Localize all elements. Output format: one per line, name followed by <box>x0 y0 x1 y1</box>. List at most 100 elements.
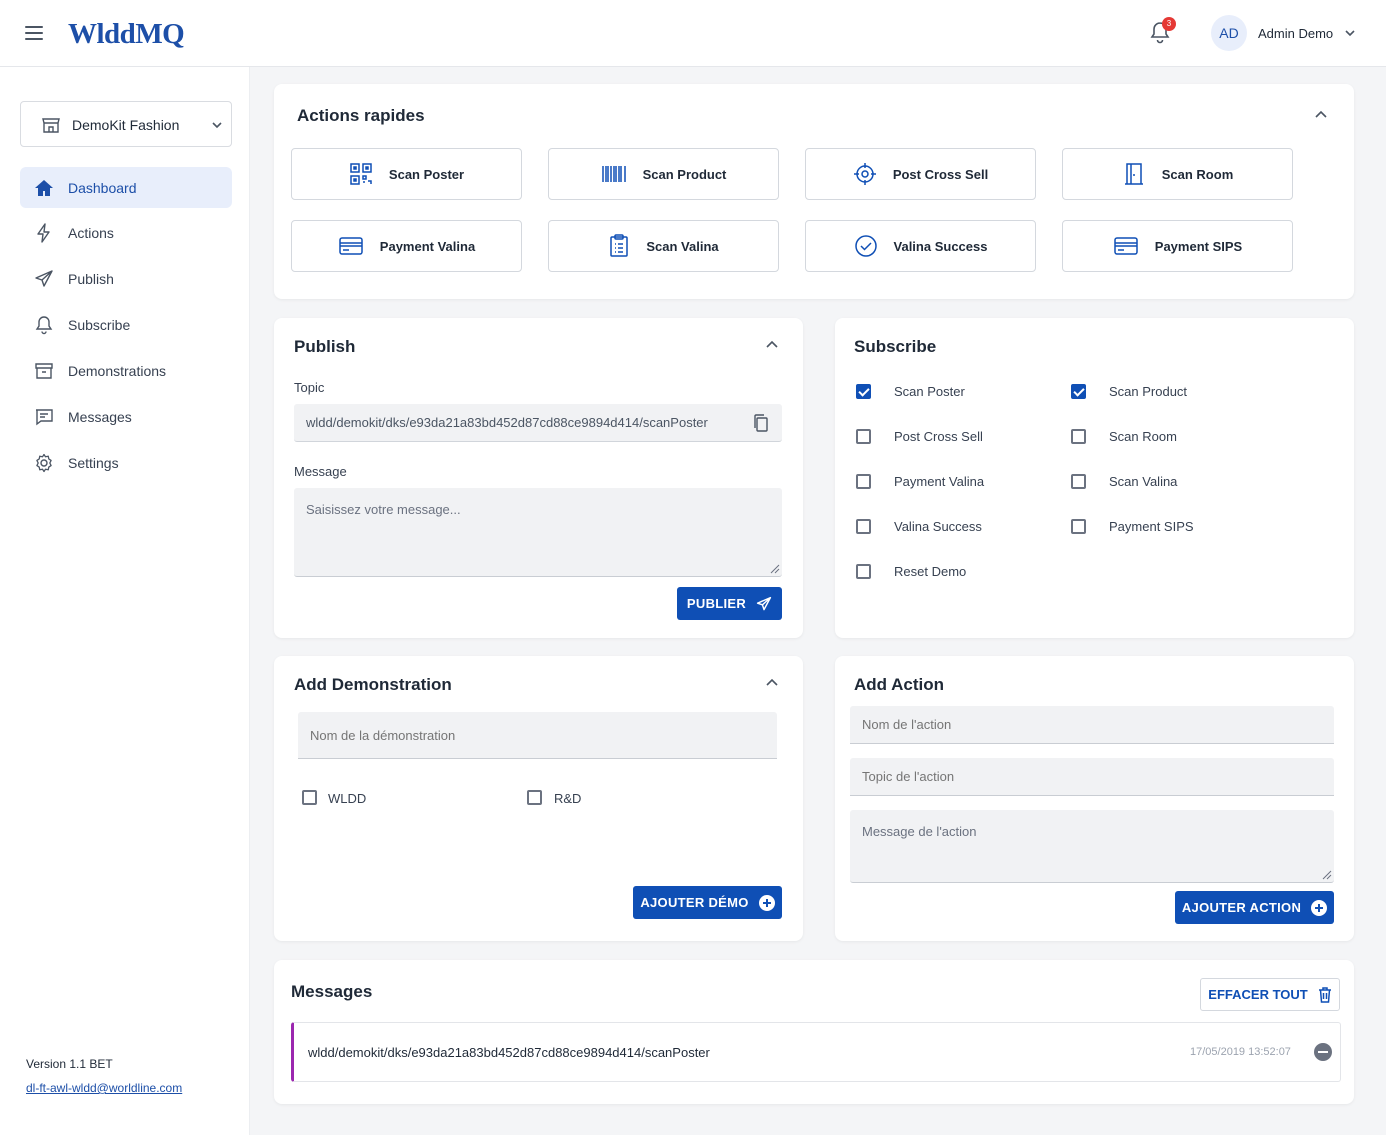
sidebar-item-settings[interactable]: Settings <box>20 442 232 483</box>
store-icon <box>42 118 60 133</box>
sidebar-item-publish[interactable]: Publish <box>20 258 232 299</box>
sidebar-item-demonstrations[interactable]: Demonstrations <box>20 350 232 391</box>
add-demo-button[interactable]: AJOUTER DÉMO <box>633 886 782 919</box>
send-icon <box>35 270 53 287</box>
app-logo[interactable]: WlddMQ <box>68 18 185 51</box>
chevron-up-icon[interactable] <box>765 340 779 350</box>
subscribe-checkbox-reset-demo[interactable] <box>856 564 871 579</box>
chevron-up-icon[interactable] <box>1314 110 1328 120</box>
resize-handle-icon[interactable] <box>1320 868 1332 880</box>
subscribe-checkbox-valina-success[interactable] <box>856 519 871 534</box>
message-textarea[interactable]: Saisissez votre message... <box>294 488 782 577</box>
demo-checkbox-wldd[interactable] <box>302 790 317 805</box>
user-avatar[interactable]: AD <box>1211 15 1247 51</box>
demo-checkbox-rnd[interactable] <box>527 790 542 805</box>
publish-card: Publish Topic wldd/demokit/dks/e93da21a8… <box>274 318 803 638</box>
chat-icon <box>36 409 53 426</box>
publish-button[interactable]: PUBLIER <box>677 587 782 620</box>
chevron-up-icon[interactable] <box>765 678 779 688</box>
bell-icon <box>35 316 53 335</box>
sidebar-item-messages[interactable]: Messages <box>20 396 232 437</box>
add-action-title: Add Action <box>854 675 945 694</box>
action-name-input[interactable] <box>850 706 1334 744</box>
clear-all-button-label: EFFACER TOUT <box>1208 987 1308 1002</box>
quick-action-payment-sips[interactable]: Payment SIPS <box>1062 220 1293 272</box>
subscribe-option-label: Scan Poster <box>894 384 965 399</box>
quick-action-scan-poster[interactable]: Scan Poster <box>291 148 522 200</box>
demo-option-label: WLDD <box>328 791 367 806</box>
quick-action-post-cross-sell[interactable]: Post Cross Sell <box>805 148 1036 200</box>
send-icon <box>756 596 772 610</box>
notification-badge: 3 <box>1162 17 1176 31</box>
sidebar-item-label: Dashboard <box>68 180 137 196</box>
quick-actions-card: Actions rapides Scan Poster Scan Product… <box>274 84 1354 299</box>
demo-option-label: R&D <box>554 791 582 806</box>
subscribe-checkbox-payment-valina[interactable] <box>856 474 871 489</box>
quick-action-label: Scan Poster <box>388 166 465 182</box>
copy-icon[interactable] <box>752 413 770 433</box>
action-topic-input[interactable] <box>850 758 1334 796</box>
barcode-icon <box>601 166 626 182</box>
action-message-textarea[interactable]: Message de l'action <box>850 810 1334 883</box>
add-demonstration-title: Add Demonstration <box>294 675 452 694</box>
message-label: Message <box>294 464 347 479</box>
quick-action-label: Scan Product <box>642 166 727 182</box>
quick-action-valina-success[interactable]: Valina Success <box>805 220 1036 272</box>
subscribe-checkbox-scan-room[interactable] <box>1071 429 1086 444</box>
subscribe-option-label: Scan Room <box>1109 429 1177 444</box>
add-demonstration-card: Add Demonstration WLDD R&D AJOUTER DÉMO <box>274 656 803 941</box>
add-action-button[interactable]: AJOUTER ACTION <box>1175 891 1334 924</box>
quick-action-scan-room[interactable]: Scan Room <box>1062 148 1293 200</box>
topic-field[interactable]: wldd/demokit/dks/e93da21a83bd452d87cd88c… <box>294 404 782 442</box>
archive-icon <box>35 363 53 379</box>
sidebar-item-dashboard[interactable]: Dashboard <box>20 167 232 208</box>
trash-icon <box>1318 986 1331 1003</box>
sidebar: DemoKit Fashion Dashboard Actions Publis… <box>0 67 250 1135</box>
demonstration-name-input[interactable] <box>298 712 777 759</box>
sidebar-item-label: Actions <box>68 225 114 241</box>
menu-icon[interactable] <box>25 26 43 40</box>
quick-actions-title: Actions rapides <box>297 106 425 125</box>
sidebar-item-label: Subscribe <box>68 317 131 333</box>
user-name[interactable]: Admin Demo <box>1258 26 1333 41</box>
subscribe-checkbox-post-cross-sell[interactable] <box>856 429 871 444</box>
message-row[interactable]: wldd/demokit/dks/e93da21a83bd452d87cd88c… <box>291 1022 1341 1082</box>
subscribe-checkbox-scan-valina[interactable] <box>1071 474 1086 489</box>
subscribe-checkbox-scan-poster[interactable] <box>856 384 871 399</box>
subscribe-option-label: Reset Demo <box>894 564 967 579</box>
quick-action-label: Payment Valina <box>379 238 476 254</box>
chevron-down-icon <box>212 122 222 129</box>
clipboard-icon <box>610 234 629 257</box>
quick-action-payment-valina[interactable]: Payment Valina <box>291 220 522 272</box>
subscribe-title: Subscribe <box>854 337 937 356</box>
add-action-card: Add Action Message de l'action AJOUTER A… <box>835 656 1354 941</box>
quick-action-label: Scan Room <box>1161 166 1234 182</box>
sidebar-item-subscribe[interactable]: Subscribe <box>20 304 232 345</box>
plus-circle-icon <box>1311 899 1328 916</box>
store-select[interactable]: DemoKit Fashion <box>20 101 232 147</box>
remove-message-icon[interactable] <box>1314 1043 1332 1061</box>
clear-all-button[interactable]: EFFACER TOUT <box>1200 978 1340 1011</box>
subscribe-checkbox-scan-product[interactable] <box>1071 384 1086 399</box>
quick-action-scan-product[interactable]: Scan Product <box>548 148 779 200</box>
check-circle-icon <box>854 235 877 257</box>
support-email-link[interactable]: dl-ft-awl-wldd@worldline.com <box>26 1081 182 1095</box>
topic-value: wldd/demokit/dks/e93da21a83bd452d87cd88c… <box>306 415 708 430</box>
plus-circle-icon <box>758 894 775 911</box>
resize-handle-icon[interactable] <box>768 562 780 574</box>
door-icon <box>1124 163 1143 185</box>
quick-action-label: Payment SIPS <box>1154 238 1243 254</box>
subscribe-checkbox-payment-sips[interactable] <box>1071 519 1086 534</box>
publish-button-label: PUBLIER <box>686 596 747 611</box>
target-icon <box>853 163 876 185</box>
message-timestamp: 17/05/2019 13:52:07 <box>1190 1046 1291 1058</box>
messages-card: Messages EFFACER TOUT wldd/demokit/dks/e… <box>274 960 1354 1104</box>
sidebar-item-label: Settings <box>68 455 119 471</box>
quick-action-scan-valina[interactable]: Scan Valina <box>548 220 779 272</box>
top-header: WlddMQ 3 AD Admin Demo <box>0 0 1386 67</box>
sidebar-item-actions[interactable]: Actions <box>20 212 232 253</box>
sidebar-item-label: Publish <box>68 271 114 287</box>
subscribe-card: Subscribe Scan Poster Scan Product Post … <box>835 318 1354 638</box>
chevron-down-icon[interactable] <box>1344 28 1356 38</box>
publish-title: Publish <box>294 337 356 356</box>
